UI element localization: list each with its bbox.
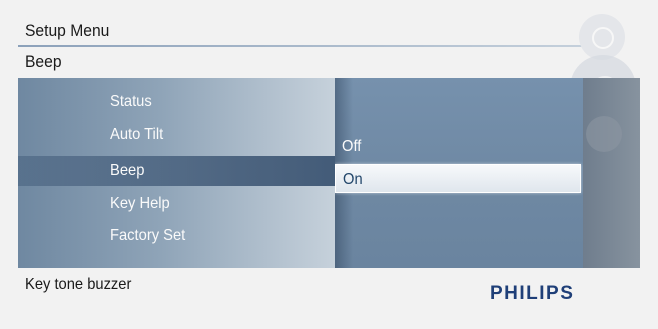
help-text: Key tone buzzer: [25, 276, 132, 293]
menu-item-auto-tilt[interactable]: Auto Tilt: [18, 120, 335, 150]
setup-menu-list: Status Auto Tilt Beep Key Help Factory S…: [18, 78, 335, 268]
breadcrumb: Beep: [25, 52, 62, 71]
menu-item-label: Factory Set: [110, 227, 186, 244]
option-label: Off: [342, 138, 362, 155]
menu-item-beep[interactable]: Beep: [18, 156, 335, 186]
menu-item-label: Status: [110, 93, 152, 110]
side-strip: [583, 78, 640, 268]
setup-menu-screen: Setup Menu Beep Status Auto Tilt Beep Ke…: [0, 0, 658, 329]
option-off[interactable]: Off: [335, 132, 583, 161]
menu-item-label: Key Help: [110, 195, 170, 212]
menu-item-status[interactable]: Status: [18, 87, 335, 117]
option-on[interactable]: On: [335, 164, 581, 193]
menu-item-label: Beep: [110, 162, 145, 179]
joystick-up-icon: [579, 14, 625, 60]
menu-item-factory-set[interactable]: Factory Set: [18, 221, 335, 251]
menu-item-key-help[interactable]: Key Help: [18, 189, 335, 219]
header-divider: [18, 45, 598, 47]
option-label: On: [343, 171, 363, 188]
page-title: Setup Menu: [25, 21, 110, 40]
brand-logo: PHILIPS: [490, 283, 575, 304]
menu-item-label: Auto Tilt: [110, 126, 164, 143]
joystick-down-icon: [586, 116, 622, 152]
beep-options-list: Off On: [335, 78, 583, 268]
